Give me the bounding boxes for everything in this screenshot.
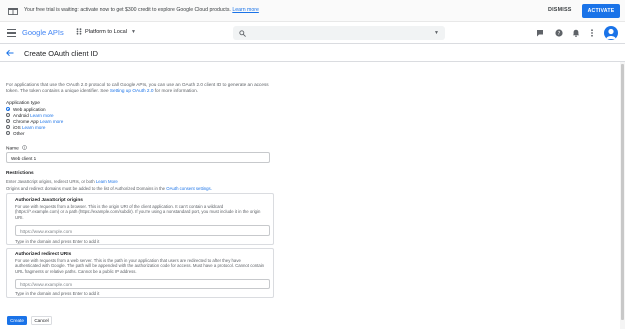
name-field-value: Web client 1	[11, 155, 37, 161]
search-icon	[239, 29, 246, 37]
radio-other[interactable]	[6, 131, 10, 135]
top-app-bar: Google APIs Platform to Local ▼ ▼ ?	[0, 22, 625, 44]
oauth-consent-settings-link[interactable]: OAuth consent settings.	[166, 186, 212, 191]
application-type-label: Application type	[6, 101, 40, 106]
redirect-uri-input[interactable]: https://www.example.com	[15, 279, 270, 289]
info-icon[interactable]	[22, 145, 27, 150]
chevron-down-icon: ▼	[130, 28, 136, 35]
android-learn-more-link[interactable]: Learn more	[30, 113, 54, 118]
banner-learn-more-link[interactable]: Learn more	[232, 7, 259, 13]
js-origin-placeholder: https://www.example.com	[20, 228, 73, 234]
js-origin-input[interactable]: https://www.example.com	[15, 225, 270, 236]
ios-label: iOS Learn more	[13, 125, 45, 130]
cancel-button[interactable]: Cancel	[31, 316, 52, 325]
js-origin-hint: Type in the domain and press Enter to ad…	[15, 238, 100, 244]
chrome-app-learn-more-link[interactable]: Learn more	[40, 119, 64, 124]
radio-web-application[interactable]	[6, 107, 10, 111]
search-input[interactable]: ▼	[233, 26, 445, 40]
chrome-app-label: Chrome App Learn more	[13, 119, 63, 124]
help-icon[interactable]: ?	[555, 29, 563, 37]
chrome-app-text: Chrome App	[13, 118, 39, 124]
account-avatar[interactable]	[604, 26, 618, 40]
google-apis-logo[interactable]: Google APIs	[22, 28, 64, 37]
restrictions-note-text: Origins and redirect domains must be add…	[6, 185, 166, 191]
trial-banner: Your free trial is waiting: activate now…	[0, 0, 625, 22]
web-application-text: Web application	[13, 106, 46, 112]
activate-button[interactable]: ACTIVATE	[582, 4, 620, 18]
restrictions-note: Origins and redirect domains must be add…	[6, 186, 212, 191]
scrollbar-thumb[interactable]	[621, 64, 624, 320]
ios-learn-more-link[interactable]: Learn more	[22, 125, 46, 130]
support-chat-icon[interactable]	[536, 29, 544, 37]
dismiss-button[interactable]: DISMISS	[548, 7, 572, 13]
other-label: Other	[13, 131, 25, 136]
project-name: Platform to Local	[85, 28, 127, 35]
restrictions-help-text: Enter JavaScript origins, redirect URIs,…	[6, 178, 95, 184]
redirect-uris-description: For use with requests from a web server.…	[15, 258, 265, 274]
notifications-icon[interactable]	[572, 29, 580, 37]
js-origins-title: Authorized JavaScript origins	[15, 198, 83, 203]
project-dots-icon	[76, 28, 82, 35]
logo-text: Google APIs	[22, 28, 64, 37]
android-label: Android Learn more	[13, 113, 54, 118]
redirect-uri-hint: Type in the domain and press Enter to ad…	[15, 290, 100, 296]
intro-text: For applications that use the OAuth 2.0 …	[6, 82, 276, 94]
more-vert-icon[interactable]	[588, 29, 596, 37]
menu-icon[interactable]	[7, 29, 16, 37]
banner-message: Your free trial is waiting: activate now…	[24, 7, 259, 13]
banner-text: Your free trial is waiting: activate now…	[24, 7, 231, 13]
intro-tail: for more information.	[154, 88, 198, 93]
gift-icon	[8, 8, 18, 15]
name-field[interactable]: Web client 1	[6, 152, 270, 163]
radio-android[interactable]	[6, 113, 10, 117]
create-button[interactable]: Create	[7, 316, 27, 325]
js-origins-description: For use with requests from a browser. Th…	[15, 204, 261, 220]
android-text: Android	[13, 112, 29, 118]
setting-up-oauth-link[interactable]: Setting up OAuth 2.0	[110, 88, 154, 93]
ios-text: iOS	[13, 124, 21, 130]
page-header: Create OAuth client ID	[0, 44, 625, 62]
svg-text:?: ?	[558, 31, 561, 37]
avatar-person-icon	[606, 28, 616, 39]
page-title: Create OAuth client ID	[24, 48, 98, 58]
name-label-text: Name	[6, 146, 19, 152]
arrow-back-icon[interactable]	[6, 49, 14, 57]
redirect-uri-placeholder: https://www.example.com	[20, 282, 73, 288]
other-text: Other	[13, 130, 25, 136]
restrictions-learn-more-link[interactable]: Learn More	[96, 179, 118, 184]
project-selector[interactable]: Platform to Local ▼	[76, 28, 136, 35]
name-label: Name	[6, 145, 27, 151]
redirect-uris-title: Authorized redirect URIs	[15, 252, 72, 257]
web-application-label: Web application	[13, 107, 46, 112]
restrictions-help: Enter JavaScript origins, redirect URIs,…	[6, 179, 118, 184]
radio-chrome-app[interactable]	[6, 119, 10, 123]
restrictions-heading: Restrictions	[6, 171, 34, 176]
search-expand-icon[interactable]: ▼	[434, 30, 439, 36]
radio-ios[interactable]	[6, 125, 10, 129]
